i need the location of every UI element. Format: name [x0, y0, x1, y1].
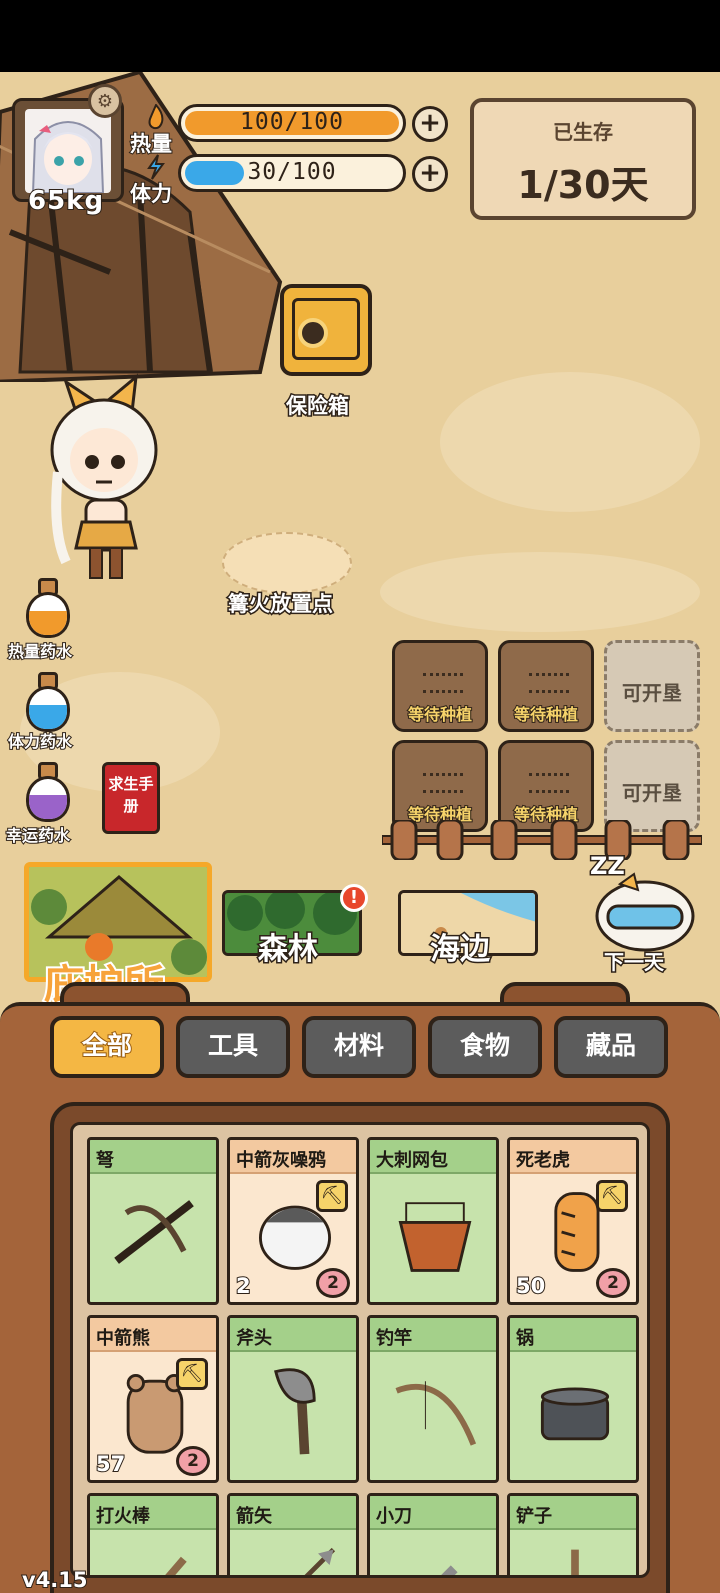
tab-food[interactable]: 食物: [428, 1016, 542, 1078]
farm-plot[interactable]: 等待种植: [498, 740, 594, 832]
farm-plot-locked[interactable]: 可开垦: [604, 740, 700, 832]
item-name: 中箭熊: [96, 1328, 150, 1349]
item-name: 钓竿: [376, 1328, 412, 1349]
item-count: 50: [515, 1273, 546, 1299]
inventory-item[interactable]: 斧头: [227, 1315, 359, 1483]
inventory-item[interactable]: 中箭熊 ⛏ 57 2: [87, 1315, 219, 1483]
game-scene: ⚙ 65kg 热量 100/100 + 体力 30/100 + 已生存 1/30…: [0, 72, 720, 1593]
item-name: 弩: [96, 1150, 114, 1171]
dig-shovel-icon[interactable]: ⛏: [176, 1358, 208, 1390]
luck-potion[interactable]: [18, 762, 80, 828]
item-name: 锅: [516, 1328, 534, 1349]
stamina-potion-label: 体力药水: [7, 731, 73, 752]
tab-all[interactable]: 全部: [50, 1016, 164, 1078]
inventory-item[interactable]: 箭矢: [227, 1493, 359, 1575]
net-bag-icon: [398, 1202, 472, 1272]
fishing-rod-icon: [395, 1381, 477, 1446]
player-weight: 65kg: [27, 185, 105, 217]
calories-bar: 100/100: [178, 104, 406, 142]
tab-collectibles[interactable]: 藏品: [554, 1016, 668, 1078]
survival-manual-label: 求生手册: [108, 775, 154, 815]
shovel-icon: [571, 1549, 579, 1575]
calories-value: 100/100: [240, 109, 344, 135]
calorie-potion[interactable]: [18, 578, 80, 644]
survived-title: 已生存: [553, 120, 613, 144]
inventory-item[interactable]: 锅: [507, 1315, 639, 1483]
item-name: 小刀: [376, 1506, 412, 1527]
luck-potion-label: 幸运药水: [5, 825, 71, 846]
campfire-spot-label: 篝火放置点: [227, 591, 335, 618]
inventory-item[interactable]: 钓竿: [367, 1315, 499, 1483]
tab-materials[interactable]: 材料: [302, 1016, 416, 1078]
pig-badge-icon: 2: [596, 1268, 630, 1298]
item-name: 大刺网包: [376, 1150, 448, 1171]
inventory-item[interactable]: 弩: [87, 1137, 219, 1305]
fire-stick-icon: [165, 1556, 187, 1575]
item-name: 中箭灰噪鸦: [236, 1150, 326, 1171]
sleeping-girl-icon: [595, 872, 695, 952]
add-calories-button[interactable]: +: [412, 106, 448, 142]
stamina-potion-icon: [29, 705, 67, 729]
plot-label: 等待种植: [407, 704, 473, 725]
inventory-item[interactable]: 铲子: [507, 1493, 639, 1575]
dig-shovel-icon[interactable]: ⛏: [596, 1180, 628, 1212]
survived-days: 1/30天: [517, 163, 649, 207]
safe-box[interactable]: [280, 284, 372, 376]
plot-label: 等待种植: [513, 704, 579, 725]
stamina-label: 体力: [129, 181, 173, 207]
tab-tools[interactable]: 工具: [176, 1016, 290, 1078]
inventory-item[interactable]: 死老虎 ⛏ 50 2: [507, 1137, 639, 1305]
axe-icon: [274, 1368, 316, 1455]
inventory-item[interactable]: 大刺网包: [367, 1137, 499, 1305]
item-count: 57: [95, 1451, 126, 1477]
calorie-potion-icon: [29, 611, 67, 635]
campfire-spot[interactable]: [222, 532, 352, 594]
next-day-label: 下一天: [603, 949, 666, 976]
settings-gear-icon[interactable]: ⚙: [88, 84, 122, 118]
plot-label: 可开垦: [622, 781, 682, 805]
pig-badge-icon: 2: [316, 1268, 350, 1298]
avatar: [25, 109, 111, 193]
safe-label: 保险箱: [285, 393, 351, 420]
item-name: 打火棒: [96, 1506, 150, 1527]
stamina-bolt-icon: [146, 154, 166, 180]
survived-days-panel: 已生存 1/30天: [470, 98, 696, 220]
farm-plot[interactable]: 等待种植: [498, 640, 594, 732]
farm-plot[interactable]: 等待种植: [392, 740, 488, 832]
inventory-item[interactable]: 小刀: [367, 1493, 499, 1575]
version-label: v4.15: [21, 1567, 89, 1593]
safe-dial-icon: [298, 318, 328, 348]
luck-potion-icon: [29, 795, 67, 819]
stamina-bar: 30/100: [178, 154, 406, 192]
calorie-flame-icon: [146, 103, 166, 130]
inventory-item[interactable]: 中箭灰噪鸦 ⛏ 2 2: [227, 1137, 359, 1305]
add-stamina-button[interactable]: +: [412, 156, 448, 192]
dig-shovel-icon[interactable]: ⛏: [316, 1180, 348, 1212]
knife-icon: [441, 1565, 458, 1575]
item-name: 斧头: [236, 1328, 272, 1349]
farm-plot[interactable]: 等待种植: [392, 640, 488, 732]
inventory-panel: 弩 中箭灰噪鸦 ⛏ 2 2 大刺网包 死老虎 ⛏ 50 2 中箭熊 ⛏ 57 2 斧头 钓竿 锅打火棒 箭矢 小刀 铲…: [50, 1102, 670, 1593]
pot-icon: [540, 1387, 610, 1441]
item-count: 2: [235, 1273, 252, 1299]
arrow-icon: [304, 1547, 336, 1575]
beach-label: 海边: [429, 931, 492, 969]
plot-label: 可开垦: [622, 681, 682, 705]
farm-plot-locked[interactable]: 可开垦: [604, 640, 700, 732]
inventory-grid[interactable]: 弩 中箭灰噪鸦 ⛏ 2 2 大刺网包 死老虎 ⛏ 50 2 中箭熊 ⛏ 57 2 斧头 钓竿 锅打火棒 箭矢 小刀 铲…: [70, 1122, 650, 1578]
calorie-potion-label: 热量药水: [7, 641, 73, 662]
item-name: 铲子: [516, 1506, 552, 1527]
stamina-value: 30/100: [247, 159, 337, 185]
item-name: 箭矢: [236, 1506, 272, 1527]
pig-badge-icon: 2: [176, 1446, 210, 1476]
player-character[interactable]: [36, 372, 176, 592]
survival-manual-button[interactable]: 求生手册: [102, 762, 160, 834]
alert-icon: !: [340, 884, 368, 912]
inventory-item[interactable]: 打火棒: [87, 1493, 219, 1575]
forest-label: 森林: [257, 931, 320, 969]
crossbow-icon: [114, 1200, 194, 1264]
item-name: 死老虎: [516, 1150, 570, 1171]
next-day-button[interactable]: ZZ 下一天: [580, 851, 710, 976]
